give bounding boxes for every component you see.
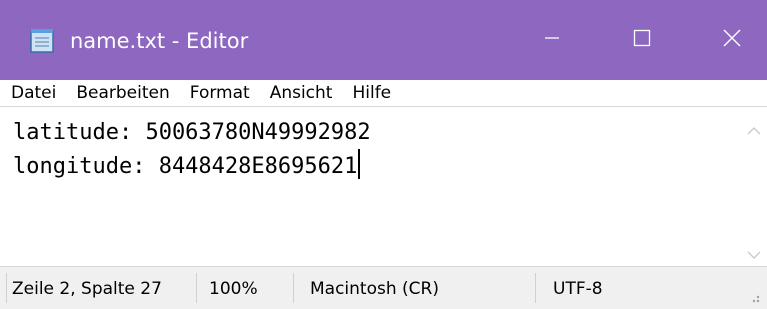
status-separator <box>6 273 7 303</box>
vertical-scrollbar[interactable] <box>741 107 767 267</box>
menu-item-hilfe[interactable]: Hilfe <box>342 82 401 104</box>
status-separator <box>196 273 197 303</box>
text-line: latitude: 50063780N49992982 <box>13 120 371 145</box>
notepad-icon[interactable] <box>29 28 57 54</box>
menu-bar: Datei Bearbeiten Format Ansicht Hilfe <box>0 80 767 106</box>
maximize-button[interactable] <box>597 0 687 80</box>
status-separator <box>293 273 294 303</box>
text-caret <box>358 149 361 179</box>
title-bar[interactable]: name.txt - Editor <box>0 0 767 80</box>
scroll-down-arrow-icon[interactable] <box>747 245 761 259</box>
resize-grip-icon[interactable] <box>744 287 762 305</box>
text-area[interactable]: latitude: 50063780N49992982 longitude: 84… <box>13 117 733 265</box>
status-separator <box>535 273 536 303</box>
editor-area[interactable]: latitude: 50063780N49992982 longitude: 84… <box>0 106 767 267</box>
menu-item-format[interactable]: Format <box>180 82 260 104</box>
scroll-up-arrow-icon[interactable] <box>747 121 761 135</box>
text-line-with-caret: longitude: 8448428E8695621 <box>13 149 733 183</box>
window-title: name.txt - Editor <box>70 29 249 53</box>
menu-item-bearbeiten[interactable]: Bearbeiten <box>66 82 179 104</box>
zoom-level: 100% <box>209 278 258 299</box>
cursor-position: Zeile 2, Spalte 27 <box>12 278 162 299</box>
encoding: UTF-8 <box>553 278 603 299</box>
line-ending: Macintosh (CR) <box>310 278 439 299</box>
minimize-icon <box>544 30 560 50</box>
maximize-icon <box>633 29 651 51</box>
status-bar: Zeile 2, Spalte 27 100% Macintosh (CR) U… <box>0 266 767 309</box>
text-line: longitude: 8448428E8695621 <box>13 154 358 179</box>
menu-item-datei[interactable]: Datei <box>0 82 66 104</box>
close-icon <box>723 29 741 51</box>
close-button[interactable] <box>687 0 767 80</box>
menu-item-ansicht[interactable]: Ansicht <box>260 82 343 104</box>
minimize-button[interactable] <box>507 0 597 80</box>
